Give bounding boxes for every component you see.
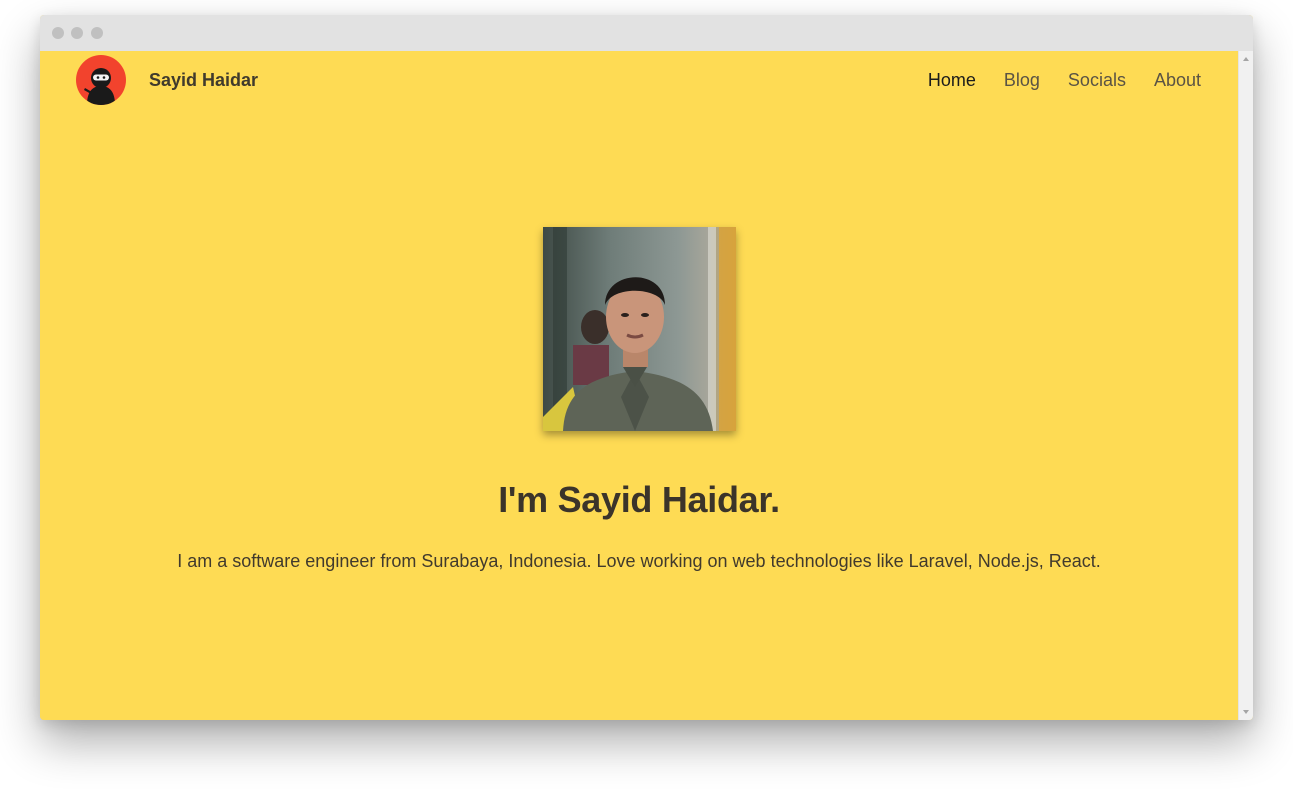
nav-item-about[interactable]: About	[1154, 70, 1201, 91]
page-viewport: Sayid Haidar Home Blog Socials About I'm…	[40, 51, 1238, 720]
window-close-dot[interactable]	[52, 27, 64, 39]
profile-photo	[543, 227, 736, 431]
scroll-up-arrow-icon[interactable]	[1243, 57, 1249, 61]
window-maximize-dot[interactable]	[91, 27, 103, 39]
ninja-avatar-icon[interactable]	[76, 55, 126, 105]
main-nav: Home Blog Socials About	[928, 70, 1201, 91]
nav-item-home[interactable]: Home	[928, 70, 976, 91]
nav-item-blog[interactable]: Blog	[1004, 70, 1040, 91]
hero-tagline: I am a software engineer from Surabaya, …	[177, 551, 1101, 571]
hero-headline: I'm Sayid Haidar.	[498, 479, 780, 520]
window-minimize-dot[interactable]	[71, 27, 83, 39]
window-titlebar	[40, 15, 1253, 51]
browser-window: Sayid Haidar Home Blog Socials About I'm…	[40, 15, 1253, 720]
nav-item-socials[interactable]: Socials	[1068, 70, 1126, 91]
scroll-down-arrow-icon[interactable]	[1243, 710, 1249, 714]
vertical-scrollbar[interactable]	[1238, 51, 1253, 720]
brand-name[interactable]: Sayid Haidar	[149, 70, 258, 91]
